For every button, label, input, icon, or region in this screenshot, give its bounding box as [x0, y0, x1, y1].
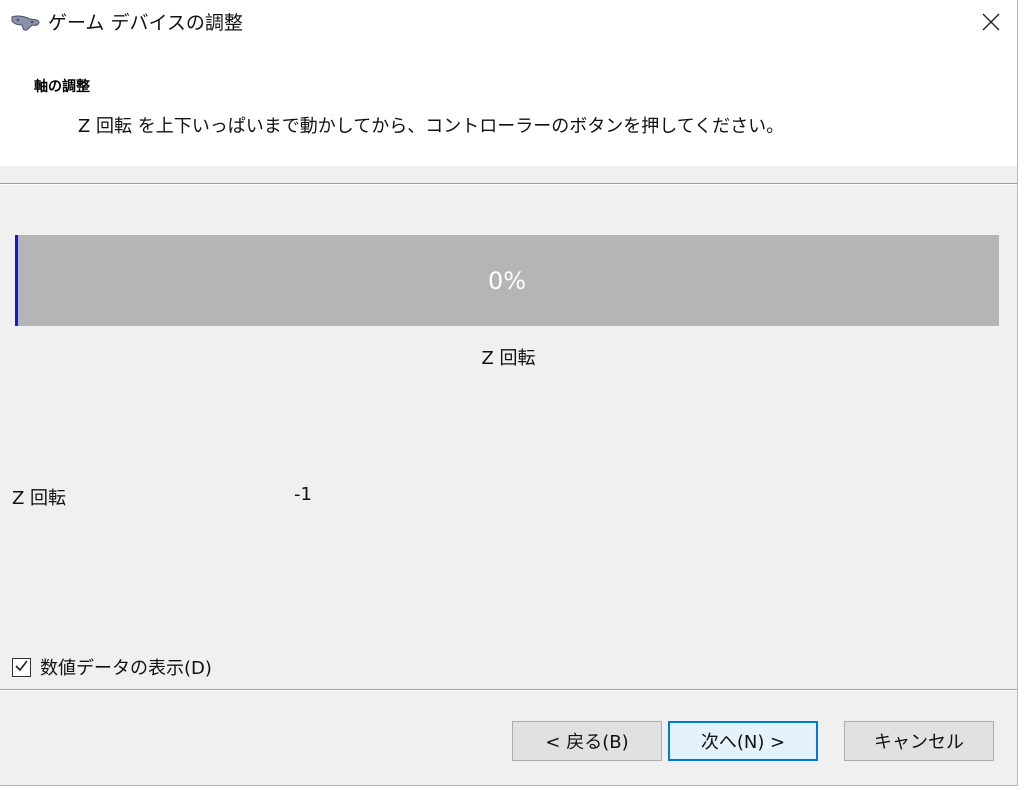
axis-readout-label: Z 回転: [12, 488, 67, 509]
back-button[interactable]: < 戻る(B): [512, 721, 662, 761]
window-title: ゲーム デバイスの調整: [48, 12, 243, 34]
axis-readout-value: -1: [294, 484, 312, 505]
show-numeric-data-checkbox[interactable]: [12, 657, 31, 677]
check-icon: [14, 658, 29, 677]
show-numeric-data-option[interactable]: 数値データの表示(D): [12, 654, 212, 680]
cancel-button[interactable]: キャンセル: [844, 721, 994, 761]
title-bar[interactable]: ゲーム デバイスの調整: [0, 0, 1017, 48]
footer-divider: [0, 689, 1017, 691]
next-button[interactable]: 次へ(N) >: [668, 721, 818, 761]
header-divider: [0, 183, 1017, 185]
axis-caption: Z 回転: [481, 348, 536, 369]
page-title: 軸の調整: [34, 79, 90, 95]
axis-progress-label: 0%: [487, 266, 527, 295]
instruction-text: Z 回転 を上下いっぱいまで動かしてから、コントローラーのボタンを押してください…: [78, 116, 785, 137]
show-numeric-data-label: 数値データの表示(D): [40, 658, 212, 679]
close-icon: [982, 13, 1000, 35]
calibration-dialog: ゲーム デバイスの調整 軸の調整 Z 回転 を上下いっぱいまで動かしてから、コン…: [0, 0, 1018, 786]
close-button[interactable]: [968, 2, 1014, 46]
gamepad-icon: [10, 13, 40, 33]
axis-progress-bar: 0%: [15, 235, 999, 326]
header-panel: 軸の調整 Z 回転 を上下いっぱいまで動かしてから、コントローラーのボタンを押し…: [0, 48, 1017, 166]
